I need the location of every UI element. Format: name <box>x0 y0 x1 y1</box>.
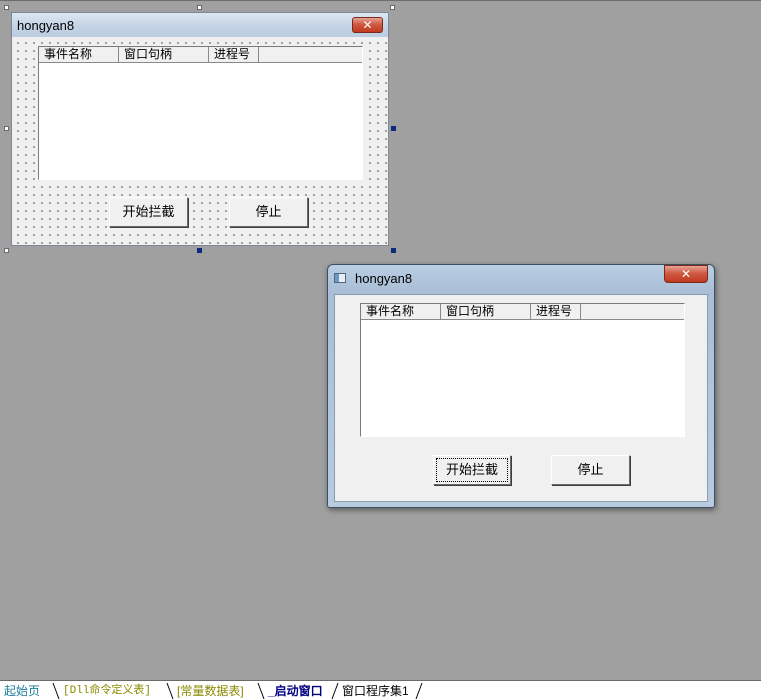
column-header-window-handle[interactable]: 窗口句柄 <box>441 304 531 320</box>
preview-window[interactable]: hongyan8 ✕ 事件名称 窗口句柄 进程号 开始拦截 停止 <box>327 264 715 508</box>
tab-separator <box>331 682 339 700</box>
tab-dll-command-table[interactable]: [Dll命令定义表] <box>63 683 151 700</box>
designer-title: hongyan8 <box>17 18 75 33</box>
column-header-window-handle[interactable]: 窗口句柄 <box>119 47 209 63</box>
tab-window-assembly[interactable]: 窗口程序集1 <box>342 683 409 700</box>
tab-startup-window[interactable]: _启动窗口 <box>268 683 323 700</box>
preview-stop-button[interactable]: 停止 <box>551 455 630 485</box>
resize-handle-top <box>197 5 202 10</box>
preview-listview[interactable]: 事件名称 窗口句柄 进程号 <box>360 303 685 437</box>
designer-grid-surface[interactable]: 事件名称 窗口句柄 进程号 开始拦截 停止 <box>12 37 388 245</box>
designer-stop-button[interactable]: 停止 <box>229 197 308 227</box>
preview-close-button[interactable]: ✕ <box>664 265 708 283</box>
workspace-top-border <box>0 0 761 1</box>
preview-client-area: 事件名称 窗口句柄 进程号 开始拦截 停止 <box>334 294 708 502</box>
tab-start-page[interactable]: 起始页 <box>4 683 40 700</box>
preview-start-intercept-button[interactable]: 开始拦截 <box>433 455 511 485</box>
resize-handle-bottom[interactable] <box>197 248 202 253</box>
tab-separator <box>257 682 265 700</box>
designer-start-intercept-button[interactable]: 开始拦截 <box>109 197 188 227</box>
designer-form[interactable]: hongyan8 ✕ 事件名称 窗口句柄 进程号 开始拦截 停止 <box>11 12 389 246</box>
column-header-filler <box>259 47 362 63</box>
designer-close-button[interactable]: ✕ <box>352 17 383 33</box>
resize-handle-bottom-right[interactable] <box>391 248 396 253</box>
listview-header: 事件名称 窗口句柄 进程号 <box>361 304 684 320</box>
window-app-icon <box>334 273 346 283</box>
designer-title-bar[interactable]: hongyan8 ✕ <box>12 13 388 37</box>
preview-title: hongyan8 <box>355 271 413 286</box>
listview-header: 事件名称 窗口句柄 进程号 <box>39 47 362 63</box>
tab-separator <box>166 682 174 700</box>
tab-constant-data-table[interactable]: [常量数据表] <box>177 683 244 700</box>
resize-handle-left <box>4 126 9 131</box>
resize-handle-top-left <box>4 5 9 10</box>
column-header-event-name[interactable]: 事件名称 <box>361 304 441 320</box>
editor-tab-bar: 起始页 [Dll命令定义表] [常量数据表] _启动窗口 窗口程序集1 <box>0 680 761 700</box>
designer-listview[interactable]: 事件名称 窗口句柄 进程号 <box>38 46 363 180</box>
close-icon: ✕ <box>362 18 373 32</box>
resize-handle-bottom-left <box>4 248 9 253</box>
tab-separator <box>415 682 423 700</box>
resize-handle-top-right <box>390 5 395 10</box>
column-header-process-id[interactable]: 进程号 <box>209 47 259 63</box>
column-header-process-id[interactable]: 进程号 <box>531 304 581 320</box>
close-icon: ✕ <box>680 267 692 281</box>
tab-separator <box>52 682 60 700</box>
resize-handle-right[interactable] <box>391 126 396 131</box>
column-header-event-name[interactable]: 事件名称 <box>39 47 119 63</box>
column-header-filler <box>581 304 684 320</box>
